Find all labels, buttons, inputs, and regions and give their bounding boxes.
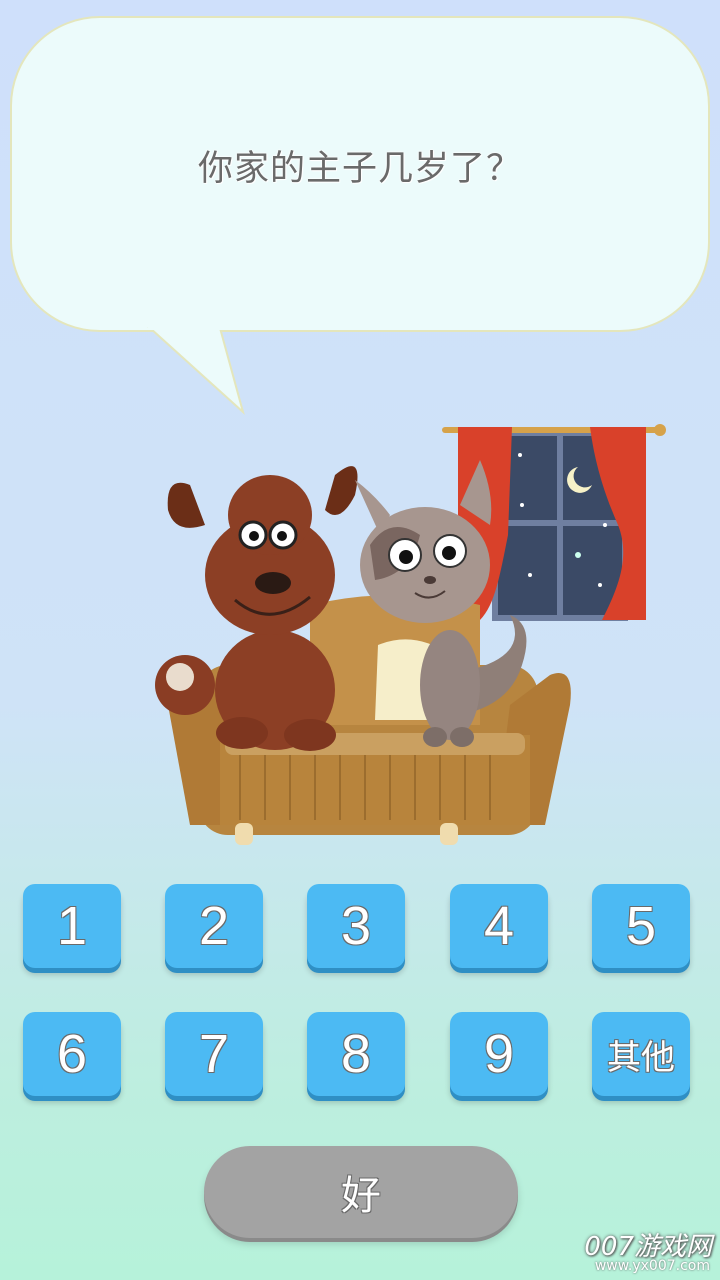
age-button-8[interactable]: 8 xyxy=(307,1012,405,1096)
age-button-5[interactable]: 5 xyxy=(592,884,690,968)
pets-on-sofa-illustration xyxy=(155,424,666,845)
age-button-3[interactable]: 3 xyxy=(307,884,405,968)
watermark-url: www.yx007.com xyxy=(594,1258,710,1274)
age-button-2[interactable]: 2 xyxy=(165,884,263,968)
question-text: 你家的主子几岁了？ xyxy=(197,149,522,189)
age-button-6[interactable]: 6 xyxy=(23,1012,121,1096)
age-button-1[interactable]: 1 xyxy=(23,884,121,968)
age-button-4[interactable]: 4 xyxy=(450,884,548,968)
age-button-other[interactable]: 其他 xyxy=(592,1012,690,1096)
confirm-button[interactable]: 好 xyxy=(204,1146,518,1238)
age-button-9[interactable]: 9 xyxy=(450,1012,548,1096)
age-button-7[interactable]: 7 xyxy=(165,1012,263,1096)
